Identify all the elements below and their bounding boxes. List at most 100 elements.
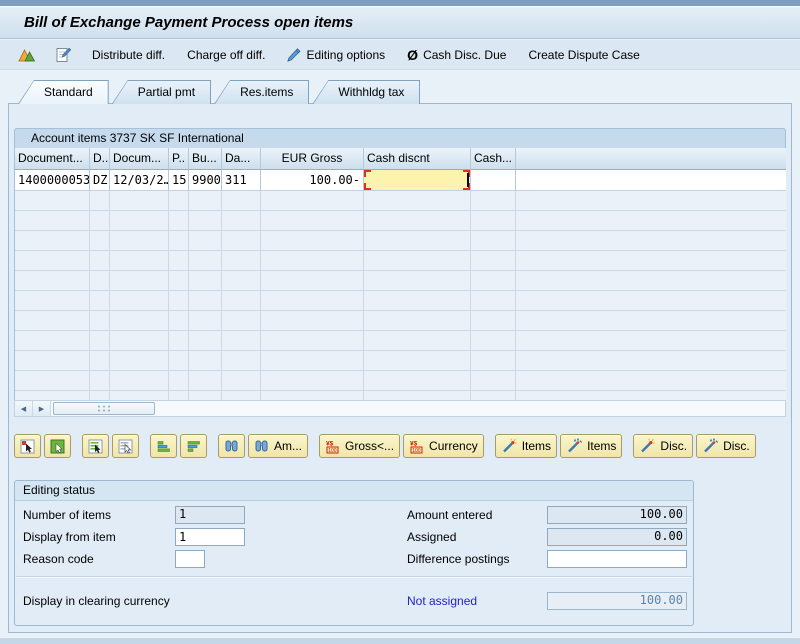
- clearing-currency-label: Display in clearing currency: [23, 594, 170, 608]
- empty-cell: [222, 391, 261, 400]
- empty-cell: [90, 231, 110, 251]
- empty-cell: [471, 231, 516, 251]
- cell-doc-date[interactable]: 12/03/2…: [110, 170, 169, 191]
- empty-cell: [189, 231, 222, 251]
- row-filler: [516, 391, 786, 400]
- col-header-doc-type[interactable]: D..: [90, 148, 110, 170]
- empty-cell: [90, 311, 110, 331]
- display-from-item-input[interactable]: [175, 528, 245, 546]
- select-all-button[interactable]: [44, 434, 71, 458]
- reason-code-input[interactable]: [175, 550, 205, 568]
- sort-ascending-button[interactable]: [150, 434, 177, 458]
- reason-code-label: Reason code: [23, 552, 94, 566]
- col-header-bu[interactable]: Bu...: [189, 148, 222, 170]
- empty-cell: [222, 191, 261, 211]
- tab-standard[interactable]: Standard: [18, 80, 109, 104]
- empty-cell: [169, 211, 189, 231]
- empty-cell: [364, 231, 471, 251]
- scroll-right-arrow[interactable]: ▶: [33, 401, 51, 416]
- tab-partial-pmt[interactable]: Partial pmt: [111, 80, 212, 104]
- cell-p[interactable]: 15: [169, 170, 189, 191]
- empty-cell: [471, 331, 516, 351]
- empty-cell: [15, 251, 90, 271]
- edit-document-icon[interactable]: [52, 45, 74, 65]
- sap-window: Bill of Exchange Payment Process open it…: [0, 0, 800, 644]
- cell-cash[interactable]: [471, 170, 516, 191]
- display-currency-button[interactable]: ¥$ 100 Currency: [403, 434, 484, 458]
- distribute-diff-button[interactable]: Distribute diff.: [88, 46, 169, 64]
- col-header-eur-gross[interactable]: EUR Gross: [261, 148, 364, 170]
- col-header-cash[interactable]: Cash...: [471, 148, 516, 170]
- svg-text:100: 100: [412, 448, 421, 454]
- charge-off-diff-button[interactable]: Charge off diff.: [183, 46, 269, 64]
- difference-postings-input[interactable]: [547, 550, 687, 568]
- sort-descending-button[interactable]: [180, 434, 207, 458]
- empty-cell: [364, 331, 471, 351]
- deselect-all-button[interactable]: [112, 434, 139, 458]
- cell-cash-discnt-selected[interactable]: [364, 170, 471, 191]
- create-dispute-case-button[interactable]: Create Dispute Case: [524, 46, 643, 64]
- empty-cell: [90, 251, 110, 271]
- empty-cell: [189, 331, 222, 351]
- row-filler: [516, 371, 786, 391]
- col-header-document[interactable]: Document...: [15, 148, 90, 170]
- cell-da[interactable]: 311: [222, 170, 261, 191]
- row-filler: [516, 211, 786, 231]
- empty-row: [15, 271, 786, 291]
- empty-cell: [169, 391, 189, 400]
- cell-eur-gross[interactable]: 100.00-: [261, 170, 364, 191]
- cash-disc-due-button[interactable]: Ø Cash Disc. Due: [403, 45, 510, 65]
- empty-cell: [222, 231, 261, 251]
- empty-cell: [110, 391, 169, 400]
- find-amount-button[interactable]: Am...: [248, 434, 309, 458]
- col-header-doc-date[interactable]: Docum...: [110, 148, 169, 170]
- currency-icon: ¥$ 100: [325, 439, 340, 454]
- deactivate-discount-button[interactable]: Disc.: [696, 434, 756, 458]
- gross-amount-button[interactable]: ¥$ 100 Gross<...: [319, 434, 401, 458]
- activate-discount-button[interactable]: Disc.: [633, 434, 694, 458]
- header-filler: [516, 148, 786, 170]
- currency-icon: ¥$ 100: [409, 439, 424, 454]
- number-of-items-field: 1: [175, 506, 245, 524]
- empty-cell: [169, 351, 189, 371]
- not-assigned-link[interactable]: Not assigned: [407, 594, 477, 608]
- empty-cell: [189, 391, 222, 400]
- empty-cell: [110, 371, 169, 391]
- select-item-button[interactable]: [14, 434, 41, 458]
- empty-cell: [90, 291, 110, 311]
- empty-cell: [364, 251, 471, 271]
- svg-text:¥$: ¥$: [410, 440, 418, 447]
- empty-cell: [222, 291, 261, 311]
- empty-cell: [15, 291, 90, 311]
- select-block-button[interactable]: [82, 434, 109, 458]
- find-button[interactable]: [218, 434, 245, 458]
- empty-cell: [15, 331, 90, 351]
- empty-cell: [261, 331, 364, 351]
- empty-cell: [222, 271, 261, 291]
- activate-items-button[interactable]: Items: [494, 434, 558, 458]
- scroll-left-arrow[interactable]: ◀: [15, 401, 33, 416]
- empty-cell: [471, 191, 516, 211]
- empty-cell: [261, 251, 364, 271]
- col-header-da[interactable]: Da...: [222, 148, 261, 170]
- tab-withhldg-tax[interactable]: Withhldg tax: [312, 80, 421, 104]
- mountains-icon[interactable]: [16, 45, 38, 65]
- scrollbar-thumb[interactable]: [53, 402, 155, 415]
- cell-doc-type[interactable]: DZ: [90, 170, 110, 191]
- cell-document-number[interactable]: 1400000053: [15, 170, 90, 191]
- empty-cell: [471, 291, 516, 311]
- deactivate-items-button[interactable]: Items: [560, 434, 623, 458]
- editing-options-button[interactable]: Editing options: [283, 46, 389, 64]
- empty-cell: [189, 251, 222, 271]
- empty-cell: [261, 351, 364, 371]
- empty-cell: [261, 231, 364, 251]
- col-header-p[interactable]: P..: [169, 148, 189, 170]
- page-title: Bill of Exchange Payment Process open it…: [24, 14, 354, 31]
- selection-corner: [364, 170, 371, 177]
- col-header-cash-discnt[interactable]: Cash discnt: [364, 148, 471, 170]
- empty-cell: [110, 351, 169, 371]
- empty-cell: [261, 371, 364, 391]
- cell-bu[interactable]: 9900: [189, 170, 222, 191]
- tab-res-items[interactable]: Res.items: [214, 80, 310, 104]
- empty-cell: [169, 311, 189, 331]
